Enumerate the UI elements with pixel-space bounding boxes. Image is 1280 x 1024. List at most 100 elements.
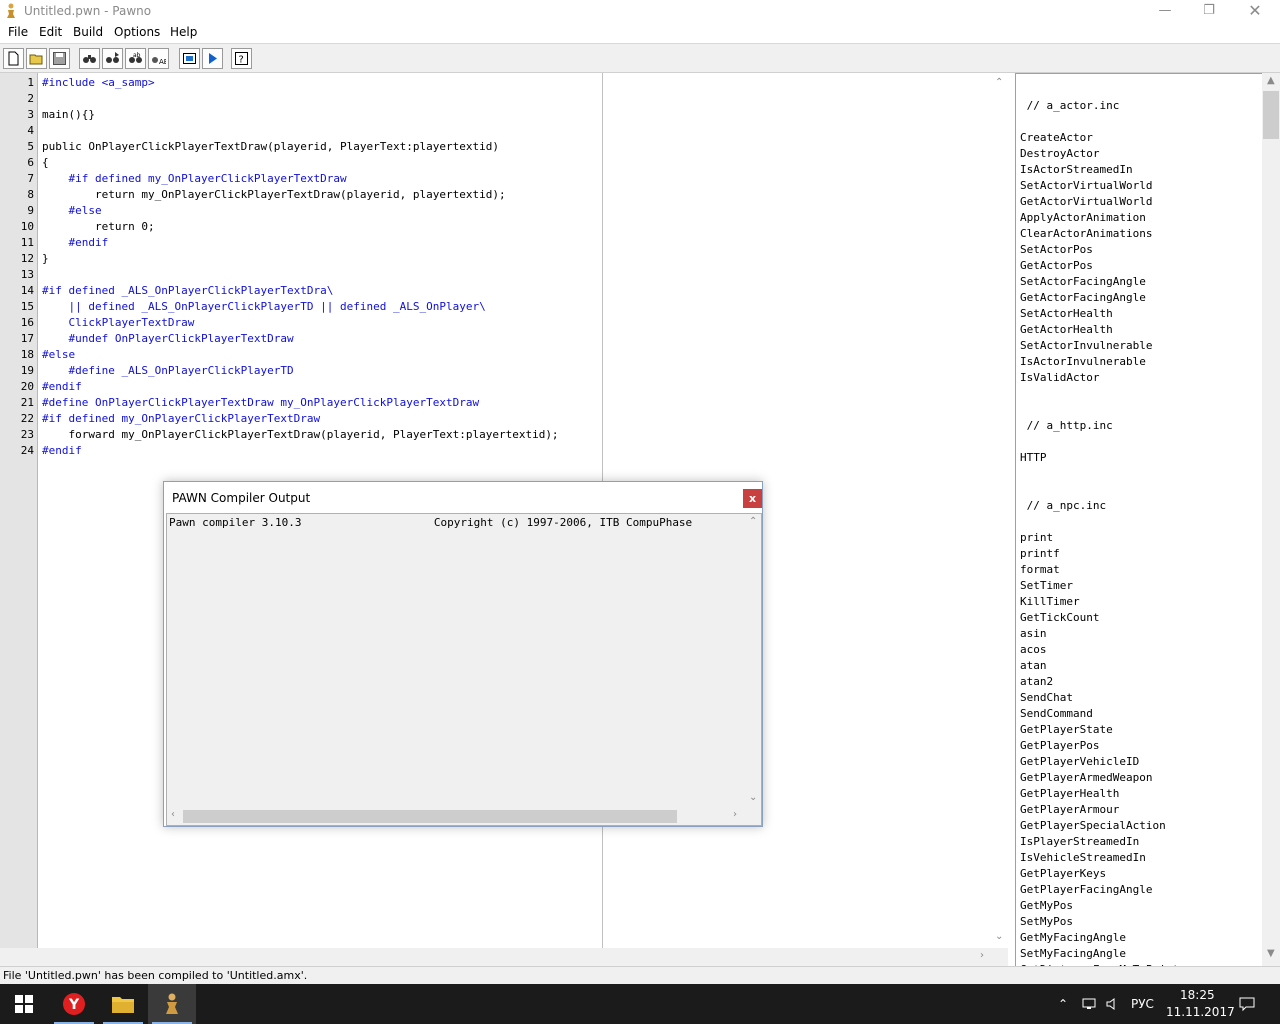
- replace-button[interactable]: ab: [125, 48, 146, 69]
- function-list-item[interactable]: IsActorStreamedIn: [1020, 162, 1133, 178]
- editor-vertical-scrollbar[interactable]: ⌃ ⌄: [991, 73, 1008, 948]
- code-line[interactable]: #else: [42, 203, 101, 219]
- find-next-button[interactable]: [102, 48, 123, 69]
- function-list-item[interactable]: SetActorPos: [1020, 242, 1093, 258]
- code-line[interactable]: main(){}: [42, 107, 95, 123]
- function-list-item[interactable]: IsVehicleStreamedIn: [1020, 850, 1146, 866]
- function-list-item[interactable]: GetPlayerHealth: [1020, 786, 1119, 802]
- function-list-item[interactable]: atan2: [1020, 674, 1053, 690]
- save-button[interactable]: [49, 48, 70, 69]
- scroll-up-icon[interactable]: ▲: [1267, 75, 1275, 86]
- taskbar-pawno[interactable]: [148, 984, 196, 1024]
- function-list-item[interactable]: asin: [1020, 626, 1047, 642]
- input-language-indicator[interactable]: РУС: [1131, 984, 1154, 1024]
- function-list-scrollbar[interactable]: ▲ ▼: [1262, 73, 1280, 966]
- function-list-item[interactable]: GetMyPos: [1020, 898, 1073, 914]
- function-list-item[interactable]: GetPlayerKeys: [1020, 866, 1106, 882]
- code-line[interactable]: ClickPlayerTextDraw: [42, 315, 194, 331]
- function-list-item[interactable]: GetActorVirtualWorld: [1020, 194, 1152, 210]
- function-list-item[interactable]: SetMyFacingAngle: [1020, 946, 1126, 962]
- function-list-item[interactable]: GetActorFacingAngle: [1020, 290, 1146, 306]
- help-button[interactable]: ?: [231, 48, 252, 69]
- scrollbar-thumb[interactable]: [1263, 91, 1279, 139]
- scroll-down-icon[interactable]: ▼: [1267, 948, 1275, 959]
- code-line[interactable]: {: [42, 155, 49, 171]
- scroll-up-icon[interactable]: ⌃: [995, 77, 1003, 88]
- function-list-item[interactable]: SendChat: [1020, 690, 1073, 706]
- function-list-item[interactable]: HTTP: [1020, 450, 1047, 466]
- function-list-item[interactable]: KillTimer: [1020, 594, 1080, 610]
- function-list-item[interactable]: GetPlayerFacingAngle: [1020, 882, 1152, 898]
- code-line[interactable]: public OnPlayerClickPlayerTextDraw(playe…: [42, 139, 499, 155]
- menu-edit[interactable]: Edit: [39, 25, 62, 39]
- menu-help[interactable]: Help: [170, 25, 197, 39]
- scroll-up-icon[interactable]: ⌃: [749, 516, 757, 527]
- taskbar-file-explorer[interactable]: [99, 984, 147, 1024]
- scrollbar-thumb[interactable]: [183, 810, 677, 823]
- function-list-item[interactable]: acos: [1020, 642, 1047, 658]
- code-line[interactable]: #if defined my_OnPlayerClickPlayerTextDr…: [42, 411, 320, 427]
- compiler-output-box[interactable]: Pawn compiler 3.10.3 Copyright (c) 1997-…: [166, 513, 762, 826]
- function-list-item[interactable]: GetActorHealth: [1020, 322, 1113, 338]
- taskbar-yandex-browser[interactable]: Y: [50, 984, 98, 1024]
- function-list-item[interactable]: GetPlayerState: [1020, 722, 1113, 738]
- code-line[interactable]: forward my_OnPlayerClickPlayerTextDraw(p…: [42, 427, 558, 443]
- function-list-item[interactable]: format: [1020, 562, 1060, 578]
- menu-options[interactable]: Options: [114, 25, 160, 39]
- code-line[interactable]: #define OnPlayerClickPlayerTextDraw my_O…: [42, 395, 479, 411]
- function-list-item[interactable]: ApplyActorAnimation: [1020, 210, 1146, 226]
- function-list-item[interactable]: GetMyFacingAngle: [1020, 930, 1126, 946]
- run-button[interactable]: [202, 48, 223, 69]
- code-line[interactable]: }: [42, 251, 49, 267]
- function-list-item[interactable]: IsPlayerStreamedIn: [1020, 834, 1139, 850]
- code-line[interactable]: #endif: [42, 379, 82, 395]
- clock-time[interactable]: 18:25: [1180, 988, 1215, 1002]
- code-line[interactable]: return my_OnPlayerClickPlayerTextDraw(pl…: [42, 187, 506, 203]
- menu-build[interactable]: Build: [73, 25, 103, 39]
- function-list-item[interactable]: GetPlayerArmedWeapon: [1020, 770, 1152, 786]
- code-line[interactable]: #endif: [42, 235, 108, 251]
- function-list-item[interactable]: print: [1020, 530, 1053, 546]
- new-file-button[interactable]: [3, 48, 24, 69]
- scroll-down-icon[interactable]: ⌄: [995, 931, 1003, 942]
- function-list-item[interactable]: SetActorInvulnerable: [1020, 338, 1152, 354]
- scroll-down-icon[interactable]: ⌄: [749, 792, 757, 803]
- start-button[interactable]: [0, 984, 48, 1024]
- function-list-item[interactable]: SetActorVirtualWorld: [1020, 178, 1152, 194]
- show-hidden-icons-icon[interactable]: ⌃: [1058, 984, 1068, 1024]
- function-list-item[interactable]: printf: [1020, 546, 1060, 562]
- function-list-item[interactable]: SetMyPos: [1020, 914, 1073, 930]
- function-list-item[interactable]: atan: [1020, 658, 1047, 674]
- function-list-item[interactable]: IsActorInvulnerable: [1020, 354, 1146, 370]
- code-line[interactable]: #undef OnPlayerClickPlayerTextDraw: [42, 331, 293, 347]
- compile-button[interactable]: [179, 48, 200, 69]
- function-list-item[interactable]: ClearActorAnimations: [1020, 226, 1152, 242]
- editor-horizontal-scrollbar[interactable]: ›: [0, 948, 1008, 966]
- function-list-item[interactable]: GetActorPos: [1020, 258, 1093, 274]
- code-line[interactable]: || defined _ALS_OnPlayerClickPlayerTD ||…: [42, 299, 485, 315]
- function-list-item[interactable]: SetActorFacingAngle: [1020, 274, 1146, 290]
- clock-date[interactable]: 11.11.2017: [1166, 1005, 1235, 1019]
- code-line[interactable]: #if defined _ALS_OnPlayerClickPlayerText…: [42, 283, 333, 299]
- restore-button[interactable]: ❐: [1186, 0, 1232, 22]
- function-list-item[interactable]: GetPlayerPos: [1020, 738, 1099, 754]
- code-line[interactable]: #else: [42, 347, 75, 363]
- function-list-item[interactable]: IsValidActor: [1020, 370, 1099, 386]
- notifications-icon[interactable]: [1239, 984, 1255, 1024]
- function-list-item[interactable]: CreateActor: [1020, 130, 1093, 146]
- code-line[interactable]: #if defined my_OnPlayerClickPlayerTextDr…: [42, 171, 346, 187]
- goto-line-button[interactable]: AB: [148, 48, 169, 69]
- output-vertical-scrollbar[interactable]: ⌃ ⌄: [745, 514, 761, 808]
- code-line[interactable]: #define _ALS_OnPlayerClickPlayerTD: [42, 363, 293, 379]
- compiler-output-text[interactable]: Pawn compiler 3.10.3 Copyright (c) 1997-…: [169, 516, 745, 806]
- output-horizontal-scrollbar[interactable]: ‹ ›: [167, 808, 761, 825]
- menu-file[interactable]: File: [8, 25, 28, 39]
- code-line[interactable]: return 0;: [42, 219, 155, 235]
- code-line[interactable]: #endif: [42, 443, 82, 459]
- scroll-right-icon[interactable]: ›: [733, 809, 737, 820]
- compiler-output-dialog[interactable]: PAWN Compiler Output x Pawn compiler 3.1…: [163, 481, 763, 827]
- open-file-button[interactable]: [26, 48, 47, 69]
- function-list-item[interactable]: GetTickCount: [1020, 610, 1099, 626]
- function-list-item[interactable]: GetPlayerVehicleID: [1020, 754, 1139, 770]
- network-icon[interactable]: [1082, 984, 1096, 1024]
